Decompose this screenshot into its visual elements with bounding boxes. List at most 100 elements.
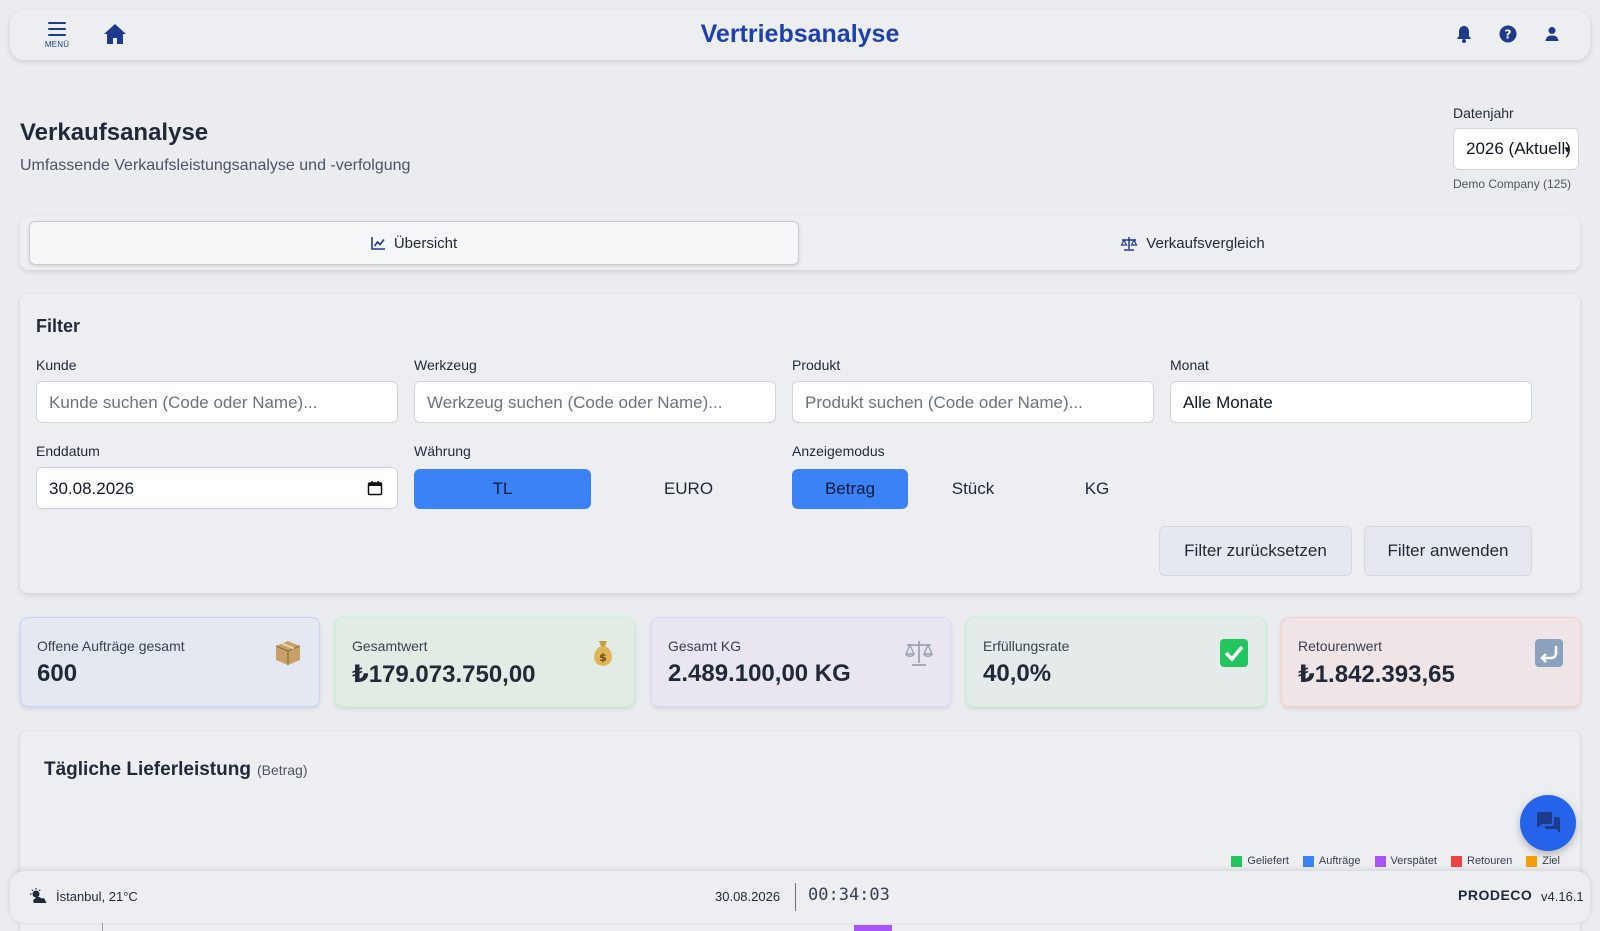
kpi-label: Retourenwert xyxy=(1298,638,1383,654)
legend-item-late[interactable]: Verspätet xyxy=(1374,855,1437,867)
check-mark-icon xyxy=(1219,638,1249,668)
month-select[interactable]: Alle Monate xyxy=(1170,381,1532,423)
svg-text:$: $ xyxy=(599,651,607,664)
kpi-total-value: Gesamtwert ₺179.073.750,00 $ xyxy=(335,617,635,707)
legend-item-returns[interactable]: Retouren xyxy=(1451,855,1512,867)
tab-sales-comparison[interactable]: Verkaufsvergleich xyxy=(810,221,1575,265)
svg-text:?: ? xyxy=(1505,28,1512,42)
help-button[interactable]: ? xyxy=(1498,24,1518,44)
cloud-sun-icon xyxy=(30,888,47,904)
year-label: Datenjahr xyxy=(1453,105,1514,121)
help-icon: ? xyxy=(1499,25,1517,43)
kpi-open-orders: Offene Aufträge gesamt 600 xyxy=(20,617,320,707)
year-select[interactable]: 2026 (Aktuell) ▾ xyxy=(1453,128,1579,170)
display-mode-amount-button[interactable]: Betrag xyxy=(792,469,908,509)
legend-label: Aufträge xyxy=(1318,855,1361,867)
return-arrow-icon xyxy=(1534,638,1564,668)
menu-icon xyxy=(48,22,66,36)
tab-overview-label: Übersicht xyxy=(393,234,458,252)
home-icon xyxy=(104,24,126,44)
chart-title-text: Tägliche Lieferleistung xyxy=(44,759,251,780)
kpi-total-kg: Gesamt KG 2.489.100,00 KG xyxy=(651,617,951,707)
version-label: v4.16.1 xyxy=(1541,889,1584,904)
customer-label: Kunde xyxy=(36,357,77,373)
view-tabs: Übersicht Verkaufsvergleich xyxy=(20,216,1580,270)
balance-scale-icon xyxy=(904,638,934,668)
kpi-label: Erfüllungsrate xyxy=(983,638,1070,654)
kpi-value: ₺1.842.393,65 xyxy=(1298,661,1455,688)
tool-search-input[interactable]: Werkzeug suchen (Code oder Name)... xyxy=(414,381,776,423)
kpi-return-value: Retourenwert ₺1.842.393,65 xyxy=(1281,617,1581,707)
kpi-value: ₺179.073.750,00 xyxy=(352,661,536,688)
company-label: Demo Company (125) xyxy=(1453,177,1572,191)
legend-swatch xyxy=(1302,855,1314,867)
home-button[interactable] xyxy=(102,22,130,48)
package-icon xyxy=(273,638,303,668)
page-subtitle: Umfassende Verkaufsleistungsanalyse und … xyxy=(20,157,411,174)
user-profile-button[interactable] xyxy=(1542,24,1562,44)
legend-swatch xyxy=(1451,855,1462,867)
chevron-down-icon: ▾ xyxy=(1564,144,1570,156)
chat-bubbles-icon xyxy=(1537,812,1560,833)
kpi-value: 40,0% xyxy=(983,660,1052,687)
display-mode-kg-button[interactable]: KG xyxy=(1039,469,1155,509)
product-search-input[interactable]: Produkt suchen (Code oder Name)... xyxy=(792,381,1154,423)
chart-title: Tägliche Lieferleistung (Betrag) xyxy=(44,759,308,781)
end-date-value: 30.08.2026 xyxy=(49,479,135,498)
calendar-icon[interactable] xyxy=(367,480,383,496)
page-title: Verkaufsanalyse xyxy=(20,119,209,146)
display-mode-label: Anzeigemodus xyxy=(792,443,885,459)
weather-widget: İstanbul, 21°C xyxy=(30,888,138,904)
top-navigation-bar: MENÜ Vertriebsanalyse ? xyxy=(10,10,1590,60)
end-date-label: Enddatum xyxy=(36,443,100,459)
product-label: Produkt xyxy=(792,357,841,373)
chart-subtitle: (Betrag) xyxy=(256,762,308,778)
legend-label: Geliefert xyxy=(1247,855,1289,867)
notifications-button[interactable] xyxy=(1454,24,1474,44)
kpi-value: 600 xyxy=(37,660,78,687)
chart-legend: Geliefert Aufträge Verspätet Retouren Zi… xyxy=(1231,855,1560,867)
legend-label: Ziel xyxy=(1542,855,1560,867)
menu-button[interactable]: MENÜ xyxy=(42,20,72,52)
user-icon xyxy=(1545,27,1559,41)
legend-swatch xyxy=(1526,855,1538,867)
menu-label: MENÜ xyxy=(44,40,70,49)
filter-panel: Filter Kunde Kunde suchen (Code oder Nam… xyxy=(20,294,1580,593)
kpi-fulfillment-rate: Erfüllungsrate 40,0% xyxy=(966,617,1266,707)
currency-euro-button[interactable]: EURO xyxy=(600,469,777,509)
legend-swatch xyxy=(1231,855,1243,867)
brand-logo: PRODECO xyxy=(1458,887,1533,903)
scale-icon xyxy=(1120,236,1138,251)
end-date-input[interactable]: 30.08.2026 xyxy=(36,467,398,509)
bell-icon xyxy=(1457,26,1471,43)
kpi-label: Offene Aufträge gesamt xyxy=(37,638,185,654)
tab-overview[interactable]: Übersicht xyxy=(29,221,799,265)
legend-item-target[interactable]: Ziel xyxy=(1526,855,1560,867)
status-date: 30.08.2026 xyxy=(715,889,781,904)
status-clock: 00:34:03 xyxy=(808,885,890,905)
weather-text: İstanbul, 21°C xyxy=(56,888,138,904)
year-select-value: 2026 (Aktuell) xyxy=(1466,139,1571,158)
tool-label: Werkzeug xyxy=(414,357,477,373)
legend-item-delivered[interactable]: Geliefert xyxy=(1231,855,1289,867)
filter-title: Filter xyxy=(36,316,81,336)
tab-sales-comparison-label: Verkaufsvergleich xyxy=(1146,234,1265,252)
legend-swatch xyxy=(1374,855,1386,867)
currency-tl-button[interactable]: TL xyxy=(414,469,591,509)
legend-item-orders[interactable]: Aufträge xyxy=(1302,855,1361,867)
currency-label: Währung xyxy=(414,443,471,459)
status-divider xyxy=(795,883,796,911)
legend-label: Verspätet xyxy=(1390,855,1437,867)
kpi-label: Gesamtwert xyxy=(352,638,428,654)
kpi-value: 2.489.100,00 KG xyxy=(668,660,851,687)
kpi-label: Gesamt KG xyxy=(668,638,742,654)
display-mode-pieces-button[interactable]: Stück xyxy=(915,469,1031,509)
month-label: Monat xyxy=(1170,357,1209,373)
money-bag-icon: $ xyxy=(588,638,618,668)
reset-filter-button[interactable]: Filter zurücksetzen xyxy=(1159,526,1352,576)
customer-search-input[interactable]: Kunde suchen (Code oder Name)... xyxy=(36,381,398,423)
chat-button[interactable] xyxy=(1520,795,1576,851)
status-bar: İstanbul, 21°C 30.08.2026 00:34:03 PRODE… xyxy=(10,871,1590,923)
chart-bar-late[interactable] xyxy=(854,925,892,931)
apply-filter-button[interactable]: Filter anwenden xyxy=(1364,526,1532,576)
